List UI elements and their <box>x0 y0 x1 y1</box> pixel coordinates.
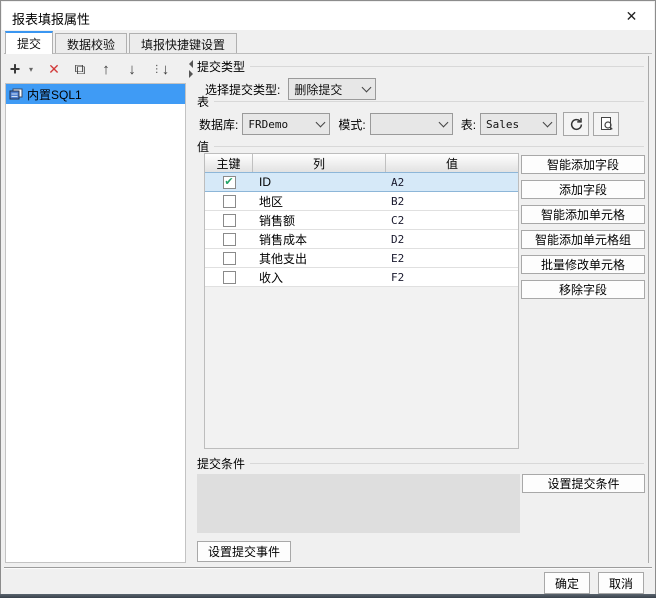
cell-column[interactable]: 收入 <box>253 268 386 286</box>
cell-column[interactable]: 其他支出 <box>253 249 386 267</box>
database-value: FRDemo <box>248 117 289 131</box>
group-submit-condition: 提交条件 <box>197 455 644 472</box>
collapse-left-icon[interactable] <box>189 60 193 68</box>
table-label: 表: <box>460 117 477 132</box>
table-value: Sales <box>486 117 520 131</box>
list-toolbar: + ▾ ✕ ⧉ ↑ ↓ ⋮ ↓ <box>5 56 186 82</box>
tab-strip: 提交 数据校验 填报快捷键设置 <box>5 31 239 54</box>
value-table: 主键 列 值 ✔ ID A2 地区 B2 销售额 C2 销售成本 D2 其他支出… <box>204 153 519 449</box>
tab-submit[interactable]: 提交 <box>5 31 54 54</box>
move-up-icon[interactable]: ↑ <box>93 58 119 80</box>
group-line <box>214 101 644 102</box>
builtin-sql-icon <box>8 87 24 101</box>
cancel-button[interactable]: 取消 <box>598 572 644 594</box>
dialog-title: 报表填报属性 <box>12 12 91 27</box>
sort-icon[interactable]: ⋮ ↓ <box>145 58 175 80</box>
col-header-column[interactable]: 列 <box>253 154 386 172</box>
database-label: 数据库: <box>199 117 239 132</box>
smart-add-cell-button[interactable]: 智能添加单元格 <box>521 205 645 224</box>
chevron-down-icon[interactable] <box>312 114 329 134</box>
primary-key-checkbox[interactable] <box>222 213 236 227</box>
table-row[interactable]: ✔ ID A2 <box>205 172 518 192</box>
report-fill-properties-dialog: 报表填报属性 ✕ 提交 数据校验 填报快捷键设置 + ▾ ✕ ⧉ ↑ ↓ ⋮↓ <box>0 0 656 595</box>
tab-content-divider <box>4 53 652 54</box>
tab-data-validation[interactable]: 数据校验 <box>55 33 128 54</box>
smart-add-field-button[interactable]: 智能添加字段 <box>521 155 645 174</box>
group-table: 表 <box>197 93 644 110</box>
refresh-icon[interactable] <box>563 112 590 136</box>
remove-field-button[interactable]: 移除字段 <box>521 280 645 299</box>
primary-key-checkbox[interactable] <box>222 232 236 246</box>
submit-list-panel: + ▾ ✕ ⧉ ↑ ↓ ⋮ ↓ 内置SQL1 <box>5 56 186 563</box>
preview-icon[interactable] <box>593 112 620 136</box>
table-row[interactable]: 销售成本 D2 <box>205 230 518 249</box>
batch-modify-cell-button[interactable]: 批量修改单元格 <box>521 255 645 274</box>
table-row[interactable]: 地区 B2 <box>205 192 518 211</box>
set-submit-event-button[interactable]: 设置提交事件 <box>197 541 291 562</box>
add-dropdown-icon[interactable]: ▾ <box>25 58 37 80</box>
cell-column[interactable]: 销售额 <box>253 211 386 229</box>
group-line <box>214 146 644 147</box>
chevron-down-icon[interactable] <box>539 114 556 134</box>
list-item-label: 内置SQL1 <box>27 87 82 102</box>
cell-value[interactable]: F2 <box>386 268 518 286</box>
submit-detail-panel: 提交类型 选择提交类型: 删除提交 表 数据库: FRDemo 模式: 表: S… <box>195 56 649 563</box>
cell-value[interactable]: C2 <box>386 211 518 229</box>
tab-fill-shortcuts[interactable]: 填报快捷键设置 <box>129 33 238 54</box>
set-submit-condition-button[interactable]: 设置提交条件 <box>522 474 645 493</box>
table-row[interactable]: 销售额 C2 <box>205 211 518 230</box>
primary-key-checkbox[interactable]: ✔ <box>222 175 236 189</box>
col-header-primary-key[interactable]: 主键 <box>205 154 253 172</box>
group-line <box>250 66 644 67</box>
chevron-down-icon[interactable] <box>435 114 452 134</box>
submit-condition-box <box>197 474 520 533</box>
ok-button[interactable]: 确定 <box>544 572 590 594</box>
title-bar: 报表填报属性 ✕ <box>2 2 654 30</box>
table-row: 数据库: FRDemo 模式: 表: Sales <box>199 112 620 136</box>
add-field-button[interactable]: 添加字段 <box>521 180 645 199</box>
value-table-header: 主键 列 值 <box>205 154 518 173</box>
cell-value[interactable]: A2 <box>386 173 518 191</box>
table-row[interactable]: 收入 F2 <box>205 268 518 287</box>
col-header-value[interactable]: 值 <box>386 154 518 172</box>
group-submit-type: 提交类型 <box>197 58 644 75</box>
close-icon[interactable]: ✕ <box>609 2 654 30</box>
group-submit-type-label: 提交类型 <box>197 60 246 74</box>
delete-icon[interactable]: ✕ <box>41 58 67 80</box>
submit-list: 内置SQL1 <box>5 83 186 563</box>
cell-value[interactable]: D2 <box>386 230 518 248</box>
cell-column[interactable]: 地区 <box>253 192 386 210</box>
table-row[interactable]: 其他支出 E2 <box>205 249 518 268</box>
cell-value[interactable]: B2 <box>386 192 518 210</box>
sort-arrow-glyph: ↓ <box>161 60 169 78</box>
cell-column[interactable]: 销售成本 <box>253 230 386 248</box>
copy-icon[interactable]: ⧉ <box>67 58 93 80</box>
smart-add-cell-group-button[interactable]: 智能添加单元格组 <box>521 230 645 249</box>
schema-select[interactable] <box>369 113 453 135</box>
database-select[interactable]: FRDemo <box>242 113 331 135</box>
table-select[interactable]: Sales <box>480 113 558 135</box>
list-item-builtin-sql[interactable]: 内置SQL1 <box>6 84 185 104</box>
screen: 报表填报属性 ✕ 提交 数据校验 填报快捷键设置 + ▾ ✕ ⧉ ↑ ↓ ⋮↓ <box>0 0 656 598</box>
cell-column[interactable]: ID <box>253 173 386 191</box>
panel-splitter[interactable] <box>187 56 195 563</box>
footer-divider <box>4 567 652 569</box>
primary-key-checkbox[interactable] <box>222 251 236 265</box>
primary-key-checkbox[interactable] <box>222 270 236 284</box>
collapse-right-icon[interactable] <box>189 70 193 78</box>
sort-dots-glyph: ⋮ <box>151 63 162 75</box>
move-down-icon[interactable]: ↓ <box>119 58 145 80</box>
background-app-strip <box>0 594 656 598</box>
primary-key-checkbox[interactable] <box>222 194 236 208</box>
add-icon[interactable]: + <box>5 58 25 80</box>
schema-label: 模式: <box>338 117 366 132</box>
group-table-label: 表 <box>197 95 210 109</box>
group-line <box>250 463 644 464</box>
group-submit-condition-label: 提交条件 <box>197 457 246 471</box>
cell-value[interactable]: E2 <box>386 249 518 267</box>
